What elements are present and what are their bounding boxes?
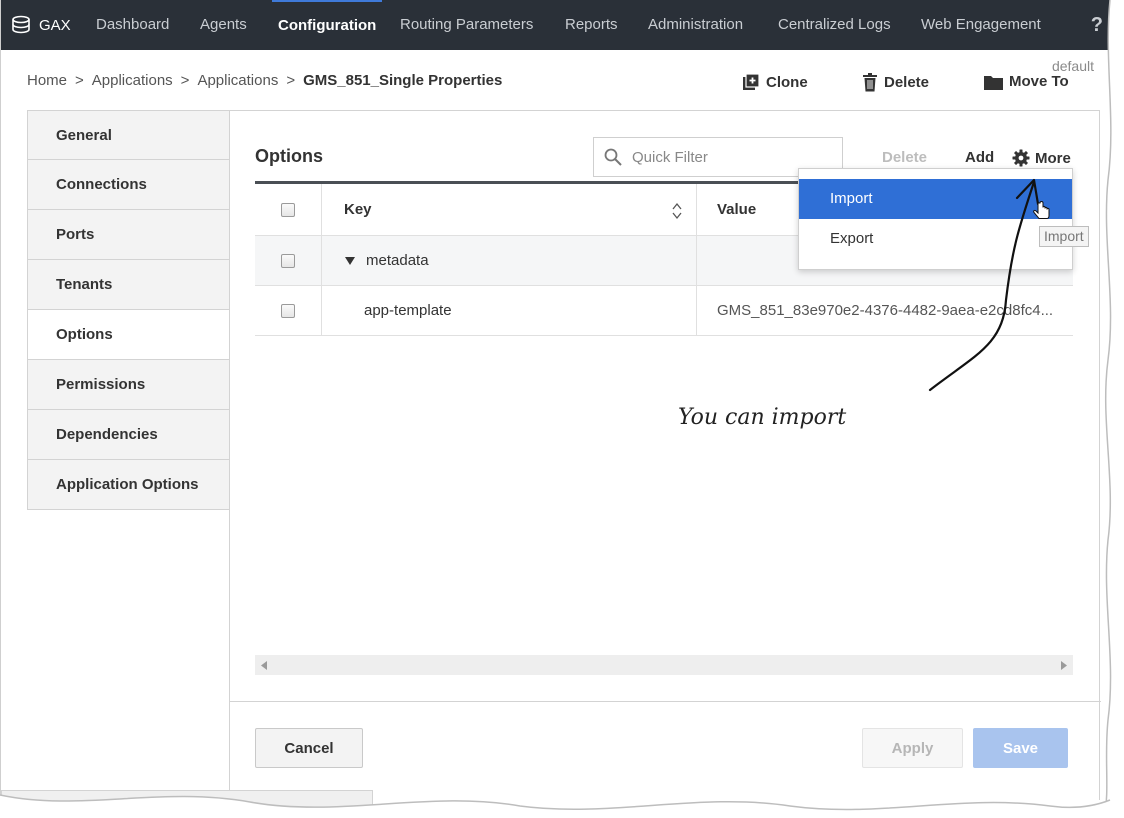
panel-title: Options bbox=[255, 146, 323, 166]
nav-agents[interactable]: Agents bbox=[200, 0, 247, 50]
brand[interactable]: GAX bbox=[11, 0, 71, 50]
column-key[interactable]: Key bbox=[322, 184, 697, 235]
annotation-text: You can import bbox=[678, 405, 847, 430]
app-window: GAX Dashboard Agents Configuration Routi… bbox=[0, 0, 1111, 812]
nav-administration[interactable]: Administration bbox=[648, 0, 743, 50]
brand-label: GAX bbox=[39, 16, 71, 34]
move-to-label: Move To bbox=[1009, 73, 1069, 90]
row-checkbox-cell bbox=[255, 286, 322, 335]
sidebar-item-options[interactable]: Options bbox=[27, 310, 230, 360]
options-delete-button[interactable]: Delete bbox=[882, 149, 927, 166]
breadcrumb-current: GMS_851_Single Properties bbox=[303, 72, 503, 89]
horizontal-scrollbar[interactable] bbox=[255, 655, 1073, 675]
menu-item-export[interactable]: Export bbox=[799, 219, 1072, 259]
footer-divider bbox=[230, 701, 1101, 702]
table-row[interactable]: app-template GMS_851_83e970e2-4376-4482-… bbox=[255, 286, 1073, 336]
clone-label: Clone bbox=[766, 73, 808, 91]
sidebar: General Connections Ports Tenants Option… bbox=[27, 110, 230, 510]
nav-configuration[interactable]: Configuration bbox=[272, 0, 383, 50]
cancel-button[interactable]: Cancel bbox=[255, 728, 363, 768]
nav-routing-parameters[interactable]: Routing Parameters bbox=[400, 0, 533, 50]
gear-icon bbox=[1012, 149, 1030, 167]
options-add-button[interactable]: Add bbox=[965, 149, 994, 166]
row-checkbox[interactable] bbox=[281, 303, 295, 318]
select-all-checkbox[interactable] bbox=[281, 202, 295, 217]
column-key-label: Key bbox=[344, 201, 372, 218]
folder-icon bbox=[984, 75, 1003, 90]
delete-button[interactable]: Delete bbox=[862, 73, 929, 92]
row-key: metadata bbox=[366, 252, 429, 269]
sidebar-item-general[interactable]: General bbox=[27, 110, 230, 160]
expand-triangle-icon[interactable] bbox=[344, 256, 356, 266]
search-icon bbox=[604, 148, 622, 166]
more-button[interactable]: More bbox=[1012, 149, 1071, 167]
import-tooltip: Import bbox=[1039, 226, 1089, 247]
breadcrumb-applications-folder[interactable]: Applications bbox=[197, 72, 278, 89]
breadcrumb-separator: > bbox=[180, 72, 190, 89]
more-dropdown-menu: Import Export bbox=[798, 168, 1073, 270]
scroll-left-icon[interactable] bbox=[261, 660, 267, 670]
menu-item-import[interactable]: Import bbox=[799, 179, 1072, 219]
scroll-right-icon[interactable] bbox=[1061, 660, 1067, 670]
trash-icon bbox=[863, 73, 877, 92]
row-checkbox[interactable] bbox=[281, 253, 295, 268]
quick-filter-input[interactable] bbox=[632, 148, 822, 166]
bottom-tab-strip bbox=[1, 790, 373, 812]
row-checkbox-cell bbox=[255, 236, 322, 285]
sort-icon[interactable] bbox=[672, 202, 682, 220]
sidebar-item-dependencies[interactable]: Dependencies bbox=[27, 410, 230, 460]
clone-button[interactable]: Clone bbox=[742, 73, 808, 91]
breadcrumb: Home > Applications > Applications > GMS_851_S… bbox=[27, 72, 502, 89]
delete-label: Delete bbox=[884, 74, 930, 91]
sidebar-item-permissions[interactable]: Permissions bbox=[27, 360, 230, 410]
save-button[interactable]: Save bbox=[973, 728, 1068, 768]
sidebar-item-application-options[interactable]: Application Options bbox=[27, 460, 230, 510]
sidebar-item-connections[interactable]: Connections bbox=[27, 160, 230, 210]
tenant-label: default bbox=[1051, 58, 1094, 74]
database-icon bbox=[12, 15, 30, 34]
sidebar-item-tenants[interactable]: Tenants bbox=[27, 260, 230, 310]
help-icon[interactable]: ? bbox=[1091, 0, 1103, 50]
row-key-cell: app-template bbox=[322, 286, 697, 335]
breadcrumb-home[interactable]: Home bbox=[27, 72, 67, 89]
nav-reports[interactable]: Reports bbox=[565, 0, 618, 50]
nav-dashboard[interactable]: Dashboard bbox=[96, 0, 169, 50]
move-to-button[interactable]: Move To bbox=[984, 73, 1069, 90]
nav-web-engagement[interactable]: Web Engagement bbox=[921, 0, 1041, 50]
column-value-label: Value bbox=[717, 201, 757, 218]
top-navigation-bar: GAX Dashboard Agents Configuration Routi… bbox=[1, 0, 1111, 50]
breadcrumb-separator: > bbox=[75, 72, 84, 89]
breadcrumb-separator: > bbox=[286, 72, 296, 89]
clone-icon bbox=[743, 73, 760, 90]
nav-centralized-logs[interactable]: Centralized Logs bbox=[778, 0, 891, 50]
header-checkbox-cell bbox=[255, 184, 322, 235]
row-key: app-template bbox=[364, 302, 452, 319]
row-key-cell: metadata bbox=[322, 236, 697, 285]
row-value: GMS_851_83e970e2-4376-4482-9aea-e2cd8fc4… bbox=[717, 302, 1054, 319]
breadcrumb-applications[interactable]: Applications bbox=[92, 72, 173, 89]
sidebar-item-ports[interactable]: Ports bbox=[27, 210, 230, 260]
apply-button[interactable]: Apply bbox=[862, 728, 963, 768]
more-label: More bbox=[1035, 149, 1071, 167]
